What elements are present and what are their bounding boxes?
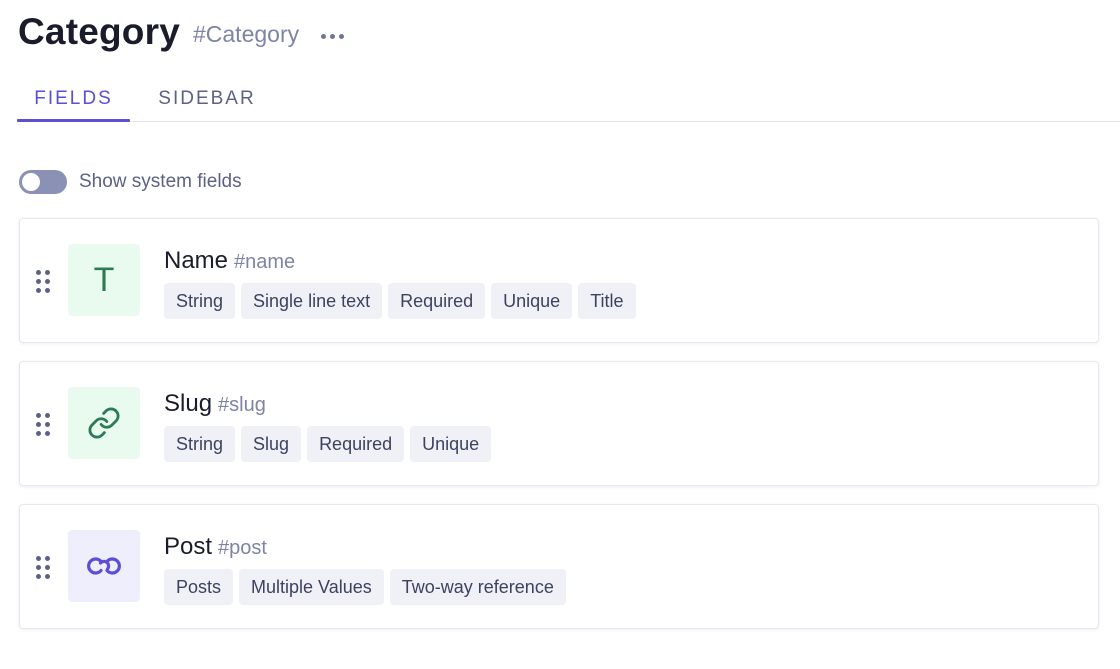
reference-link-icon [68, 530, 140, 602]
field-tag: Slug [241, 426, 302, 462]
more-horizontal-icon[interactable] [321, 33, 345, 39]
page-title: Category [18, 11, 180, 52]
page-header: Category #Category [18, 8, 345, 56]
system-fields-label: Show system fields [79, 171, 242, 192]
field-tags: String Single line text Required Unique … [164, 283, 636, 319]
system-fields-toggle[interactable] [19, 170, 67, 194]
tab-bar: FIELDS SIDEBAR [17, 76, 1120, 122]
field-api-id: #slug [218, 394, 266, 416]
field-tag: Posts [164, 569, 234, 605]
drag-handle-icon[interactable] [36, 556, 52, 580]
field-tag: Multiple Values [239, 569, 384, 605]
more-dot [330, 33, 336, 39]
field-tag: Unique [410, 426, 492, 462]
field-card-name[interactable]: T Name #name String Single line text Req… [19, 218, 1099, 343]
field-tags: String Slug Required Unique [164, 426, 492, 462]
text-t-glyph: T [93, 260, 115, 299]
field-name: Post [164, 533, 213, 560]
field-info: Name #name String Single line text Requi… [164, 247, 636, 319]
field-tag: String [164, 283, 236, 319]
text-t-icon: T [68, 244, 140, 316]
more-dot [321, 33, 327, 39]
field-api-id: #post [218, 537, 267, 559]
more-dot [339, 33, 345, 39]
field-info: Post #post Posts Multiple Values Two-way… [164, 533, 566, 605]
model-api-id: #Category [192, 20, 300, 47]
tab-sidebar[interactable]: SIDEBAR [152, 76, 262, 121]
field-tag: Two-way reference [389, 569, 566, 605]
field-tag: Required [388, 283, 486, 319]
drag-handle-icon[interactable] [36, 413, 52, 437]
field-tag: Required [307, 426, 405, 462]
field-tag: Single line text [241, 283, 383, 319]
tab-fields[interactable]: FIELDS [17, 76, 130, 122]
field-tag: Unique [491, 283, 573, 319]
drag-handle-icon[interactable] [36, 270, 52, 294]
field-name: Slug [164, 390, 213, 417]
field-card-post[interactable]: Post #post Posts Multiple Values Two-way… [19, 504, 1099, 629]
field-api-id: #name [234, 251, 296, 273]
field-card-slug[interactable]: Slug #slug String Slug Required Unique [19, 361, 1099, 486]
field-info: Slug #slug String Slug Required Unique [164, 390, 492, 462]
field-tags: Posts Multiple Values Two-way reference [164, 569, 566, 605]
system-fields-row: Show system fields [19, 167, 242, 197]
field-tag: String [164, 426, 236, 462]
toggle-knob [22, 173, 40, 191]
field-tag: Title [578, 283, 636, 319]
field-name: Name [164, 247, 229, 274]
link-icon [68, 387, 140, 459]
